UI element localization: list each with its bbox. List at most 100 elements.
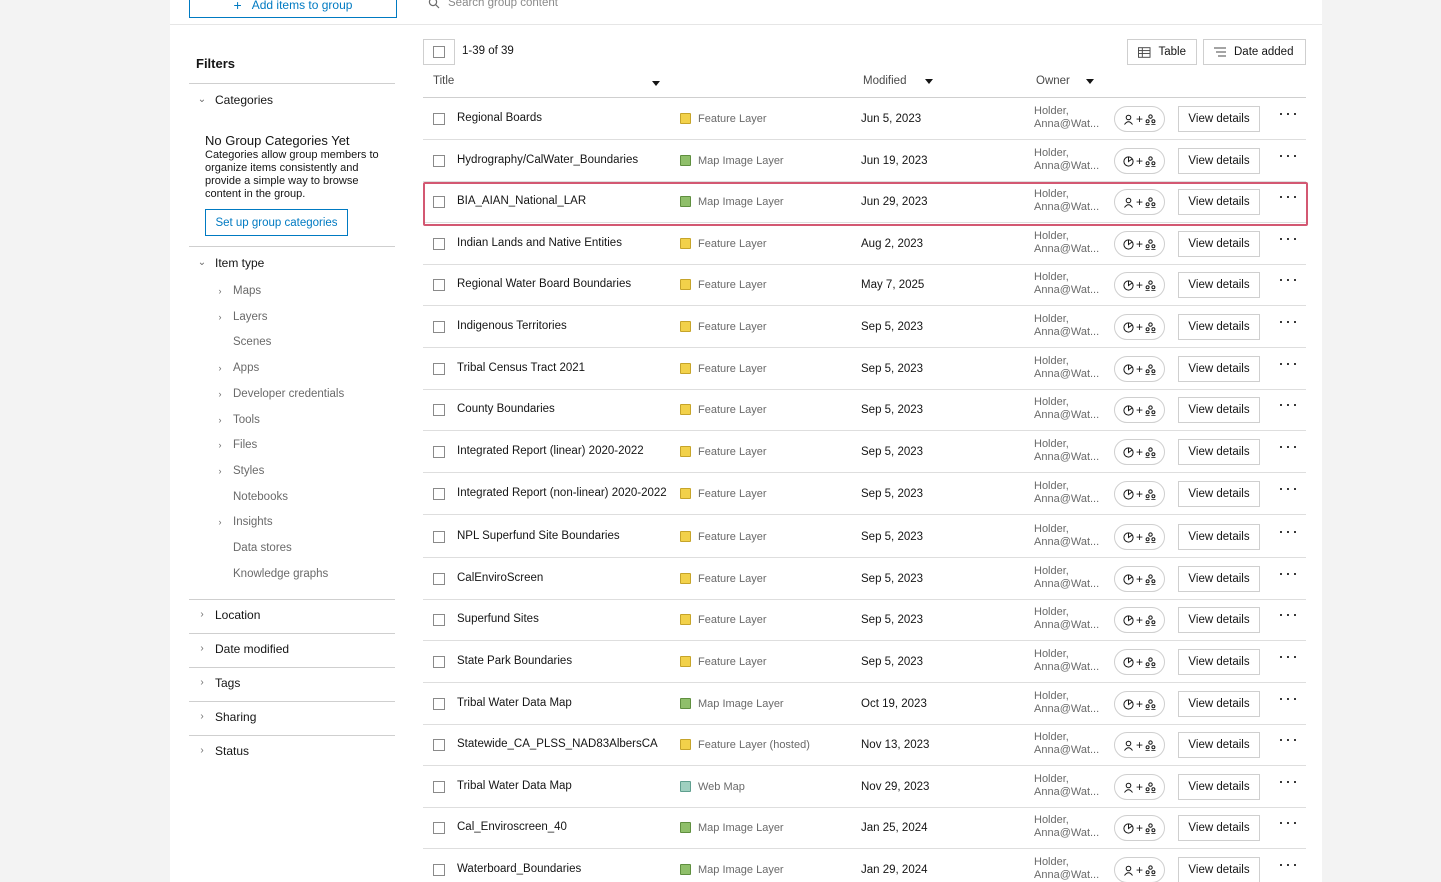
- more-options-icon[interactable]: ···: [1278, 564, 1299, 582]
- row-checkbox[interactable]: [433, 238, 445, 250]
- view-details-button[interactable]: View details: [1178, 481, 1260, 507]
- item-title-link[interactable]: Integrated Report (linear) 2020-2022: [457, 431, 667, 472]
- item-type-apps[interactable]: › Apps: [215, 362, 260, 374]
- row-checkbox[interactable]: [433, 781, 445, 793]
- filter-section-location[interactable]: › Location: [197, 608, 403, 622]
- item-type-maps[interactable]: › Maps: [215, 285, 262, 297]
- select-all-checkbox[interactable]: [423, 39, 455, 65]
- view-details-button[interactable]: View details: [1178, 106, 1260, 132]
- item-title-link[interactable]: Regional Water Board Boundaries: [457, 264, 667, 305]
- more-options-icon[interactable]: ···: [1278, 312, 1299, 330]
- column-header-title[interactable]: Title: [433, 75, 454, 87]
- add-items-button[interactable]: + Add items to group: [189, 0, 397, 18]
- view-details-button[interactable]: View details: [1178, 356, 1260, 382]
- item-title-link[interactable]: Indian Lands and Native Entities: [457, 223, 667, 264]
- row-checkbox[interactable]: [433, 698, 445, 710]
- sharing-button[interactable]: +: [1114, 732, 1165, 758]
- table-view-button[interactable]: Table: [1127, 39, 1197, 65]
- row-checkbox[interactable]: [433, 488, 445, 500]
- row-checkbox[interactable]: [433, 446, 445, 458]
- filter-section-tags[interactable]: › Tags: [197, 676, 403, 690]
- item-type-notebooks[interactable]: Notebooks: [215, 491, 288, 503]
- sharing-button[interactable]: +: [1114, 272, 1165, 298]
- view-details-button[interactable]: View details: [1178, 231, 1260, 257]
- view-details-button[interactable]: View details: [1178, 607, 1260, 633]
- item-title-link[interactable]: CalEnviroScreen: [457, 558, 667, 599]
- item-type-scenes[interactable]: Scenes: [215, 336, 271, 348]
- view-details-button[interactable]: View details: [1178, 566, 1260, 592]
- item-title-link[interactable]: NPL Superfund Site Boundaries: [457, 516, 667, 557]
- row-checkbox[interactable]: [433, 113, 445, 125]
- item-type-knowledge-graphs[interactable]: Knowledge graphs: [215, 568, 328, 580]
- view-details-button[interactable]: View details: [1178, 272, 1260, 298]
- more-options-icon[interactable]: ···: [1278, 437, 1299, 455]
- more-options-icon[interactable]: ···: [1278, 855, 1299, 873]
- more-options-icon[interactable]: ···: [1278, 647, 1299, 665]
- sharing-button[interactable]: +: [1114, 815, 1165, 841]
- row-checkbox[interactable]: [433, 614, 445, 626]
- row-checkbox[interactable]: [433, 404, 445, 416]
- view-details-button[interactable]: View details: [1178, 148, 1260, 174]
- item-title-link[interactable]: Hydrography/CalWater_Boundaries: [457, 140, 667, 181]
- row-checkbox[interactable]: [433, 531, 445, 543]
- item-title-link[interactable]: Statewide_CA_PLSS_NAD83AlbersCA: [457, 724, 667, 765]
- item-title-link[interactable]: Tribal Water Data Map: [457, 683, 667, 724]
- item-type-toggle[interactable]: ⌄ Item type: [197, 256, 403, 270]
- item-type-files[interactable]: › Files: [215, 439, 258, 451]
- item-title-link[interactable]: State Park Boundaries: [457, 641, 667, 682]
- item-title-link[interactable]: Regional Boards: [457, 98, 667, 139]
- column-header-modified[interactable]: Modified: [863, 75, 934, 87]
- row-checkbox[interactable]: [433, 321, 445, 333]
- item-type-tools[interactable]: › Tools: [215, 414, 260, 426]
- sharing-button[interactable]: +: [1114, 397, 1165, 423]
- view-details-button[interactable]: View details: [1178, 857, 1260, 882]
- more-options-icon[interactable]: ···: [1278, 813, 1299, 831]
- item-title-link[interactable]: Superfund Sites: [457, 599, 667, 640]
- more-options-icon[interactable]: ···: [1278, 229, 1299, 247]
- sharing-button[interactable]: +: [1114, 566, 1165, 592]
- sharing-button[interactable]: +: [1114, 481, 1165, 507]
- sharing-button[interactable]: +: [1114, 106, 1165, 132]
- sharing-button[interactable]: +: [1114, 857, 1165, 882]
- search-input[interactable]: Search group content: [428, 0, 558, 9]
- row-checkbox[interactable]: [433, 656, 445, 668]
- filter-section-status[interactable]: › Status: [197, 744, 403, 758]
- item-type-layers[interactable]: › Layers: [215, 311, 268, 323]
- row-checkbox[interactable]: [433, 864, 445, 876]
- item-type-styles[interactable]: › Styles: [215, 465, 265, 477]
- view-details-button[interactable]: View details: [1178, 774, 1260, 800]
- sharing-button[interactable]: +: [1114, 524, 1165, 550]
- item-title-link[interactable]: County Boundaries: [457, 389, 667, 430]
- view-details-button[interactable]: View details: [1178, 524, 1260, 550]
- filter-section-date-modified[interactable]: › Date modified: [197, 642, 403, 656]
- item-title-link[interactable]: Tribal Water Data Map: [457, 766, 667, 807]
- item-type-data-stores[interactable]: Data stores: [215, 542, 292, 554]
- row-checkbox[interactable]: [433, 196, 445, 208]
- item-title-link[interactable]: Indigenous Territories: [457, 306, 667, 347]
- view-details-button[interactable]: View details: [1178, 189, 1260, 215]
- view-details-button[interactable]: View details: [1178, 691, 1260, 717]
- sharing-button[interactable]: +: [1114, 607, 1165, 633]
- view-details-button[interactable]: View details: [1178, 439, 1260, 465]
- row-checkbox[interactable]: [433, 155, 445, 167]
- more-options-icon[interactable]: ···: [1278, 104, 1299, 122]
- more-options-icon[interactable]: ···: [1278, 395, 1299, 413]
- sharing-button[interactable]: +: [1114, 314, 1165, 340]
- item-title-link[interactable]: Waterboard_Boundaries: [457, 849, 667, 882]
- setup-categories-button[interactable]: Set up group categories: [205, 209, 348, 236]
- sharing-button[interactable]: +: [1114, 439, 1165, 465]
- sharing-button[interactable]: +: [1114, 774, 1165, 800]
- view-details-button[interactable]: View details: [1178, 397, 1260, 423]
- item-type-developer-credentials[interactable]: › Developer credentials: [215, 388, 345, 400]
- more-options-icon[interactable]: ···: [1278, 354, 1299, 372]
- view-details-button[interactable]: View details: [1178, 732, 1260, 758]
- view-details-button[interactable]: View details: [1178, 815, 1260, 841]
- view-details-button[interactable]: View details: [1178, 314, 1260, 340]
- sharing-button[interactable]: +: [1114, 356, 1165, 382]
- more-options-icon[interactable]: ···: [1278, 522, 1299, 540]
- row-checkbox[interactable]: [433, 363, 445, 375]
- more-options-icon[interactable]: ···: [1278, 689, 1299, 707]
- row-checkbox[interactable]: [433, 573, 445, 585]
- sort-button[interactable]: Date added: [1203, 39, 1306, 65]
- more-options-icon[interactable]: ···: [1278, 479, 1299, 497]
